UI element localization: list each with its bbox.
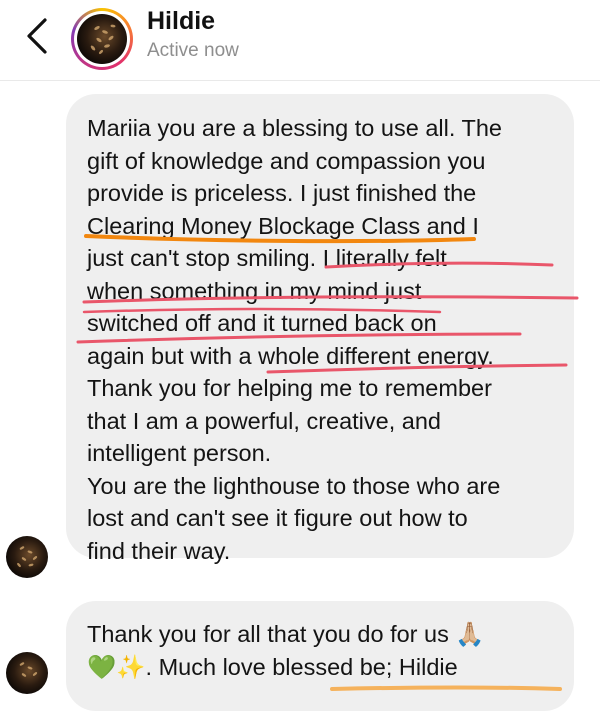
- message-text-line: You are the lighthouse to those who are: [87, 472, 501, 499]
- message-text-line: Clearing Money Blockage Class and I: [87, 212, 479, 239]
- message-text-line: gift of knowledge and compassion you: [87, 147, 486, 174]
- message-text-line: find their way.: [87, 537, 231, 564]
- message-text-line: when something in my mind just: [87, 277, 422, 304]
- chevron-left-icon[interactable]: [18, 14, 58, 58]
- message-text-line: again but with a whole different energy.: [87, 342, 494, 369]
- avatar[interactable]: [71, 8, 133, 70]
- chat-header: Hildie Active now: [0, 0, 600, 81]
- message-bubble[interactable]: Mariia you are a blessing to use all. Th…: [66, 94, 574, 564]
- message-text-line: just can't stop smiling. I literally fel…: [87, 245, 447, 271]
- message-text-line: switched off and it turned back on: [87, 310, 437, 336]
- message-bubble[interactable]: Thank you for all that you do for us 🙏🏼 💚…: [66, 601, 574, 711]
- message-text-line: 💚✨. Much love blessed be; Hildie: [87, 653, 458, 680]
- message-text-line: Thank you for helping me to remember: [87, 375, 492, 401]
- message-text-line: intelligent person.: [87, 440, 272, 466]
- message-text-line: Mariia you are a blessing to use all. Th…: [87, 115, 502, 141]
- message-text-line: that I am a powerful, creative, and: [87, 407, 441, 434]
- message-text-line: Thank you for all that you do for us 🙏🏼: [87, 621, 485, 647]
- message-text-line: lost and can't see it figure out how to: [87, 505, 468, 531]
- sender-avatar[interactable]: [6, 652, 48, 694]
- message-text-line: provide is priceless. I just finished th…: [87, 180, 477, 206]
- active-status: Active now: [147, 40, 239, 61]
- sender-avatar[interactable]: [6, 536, 48, 578]
- contact-name[interactable]: Hildie: [147, 7, 215, 36]
